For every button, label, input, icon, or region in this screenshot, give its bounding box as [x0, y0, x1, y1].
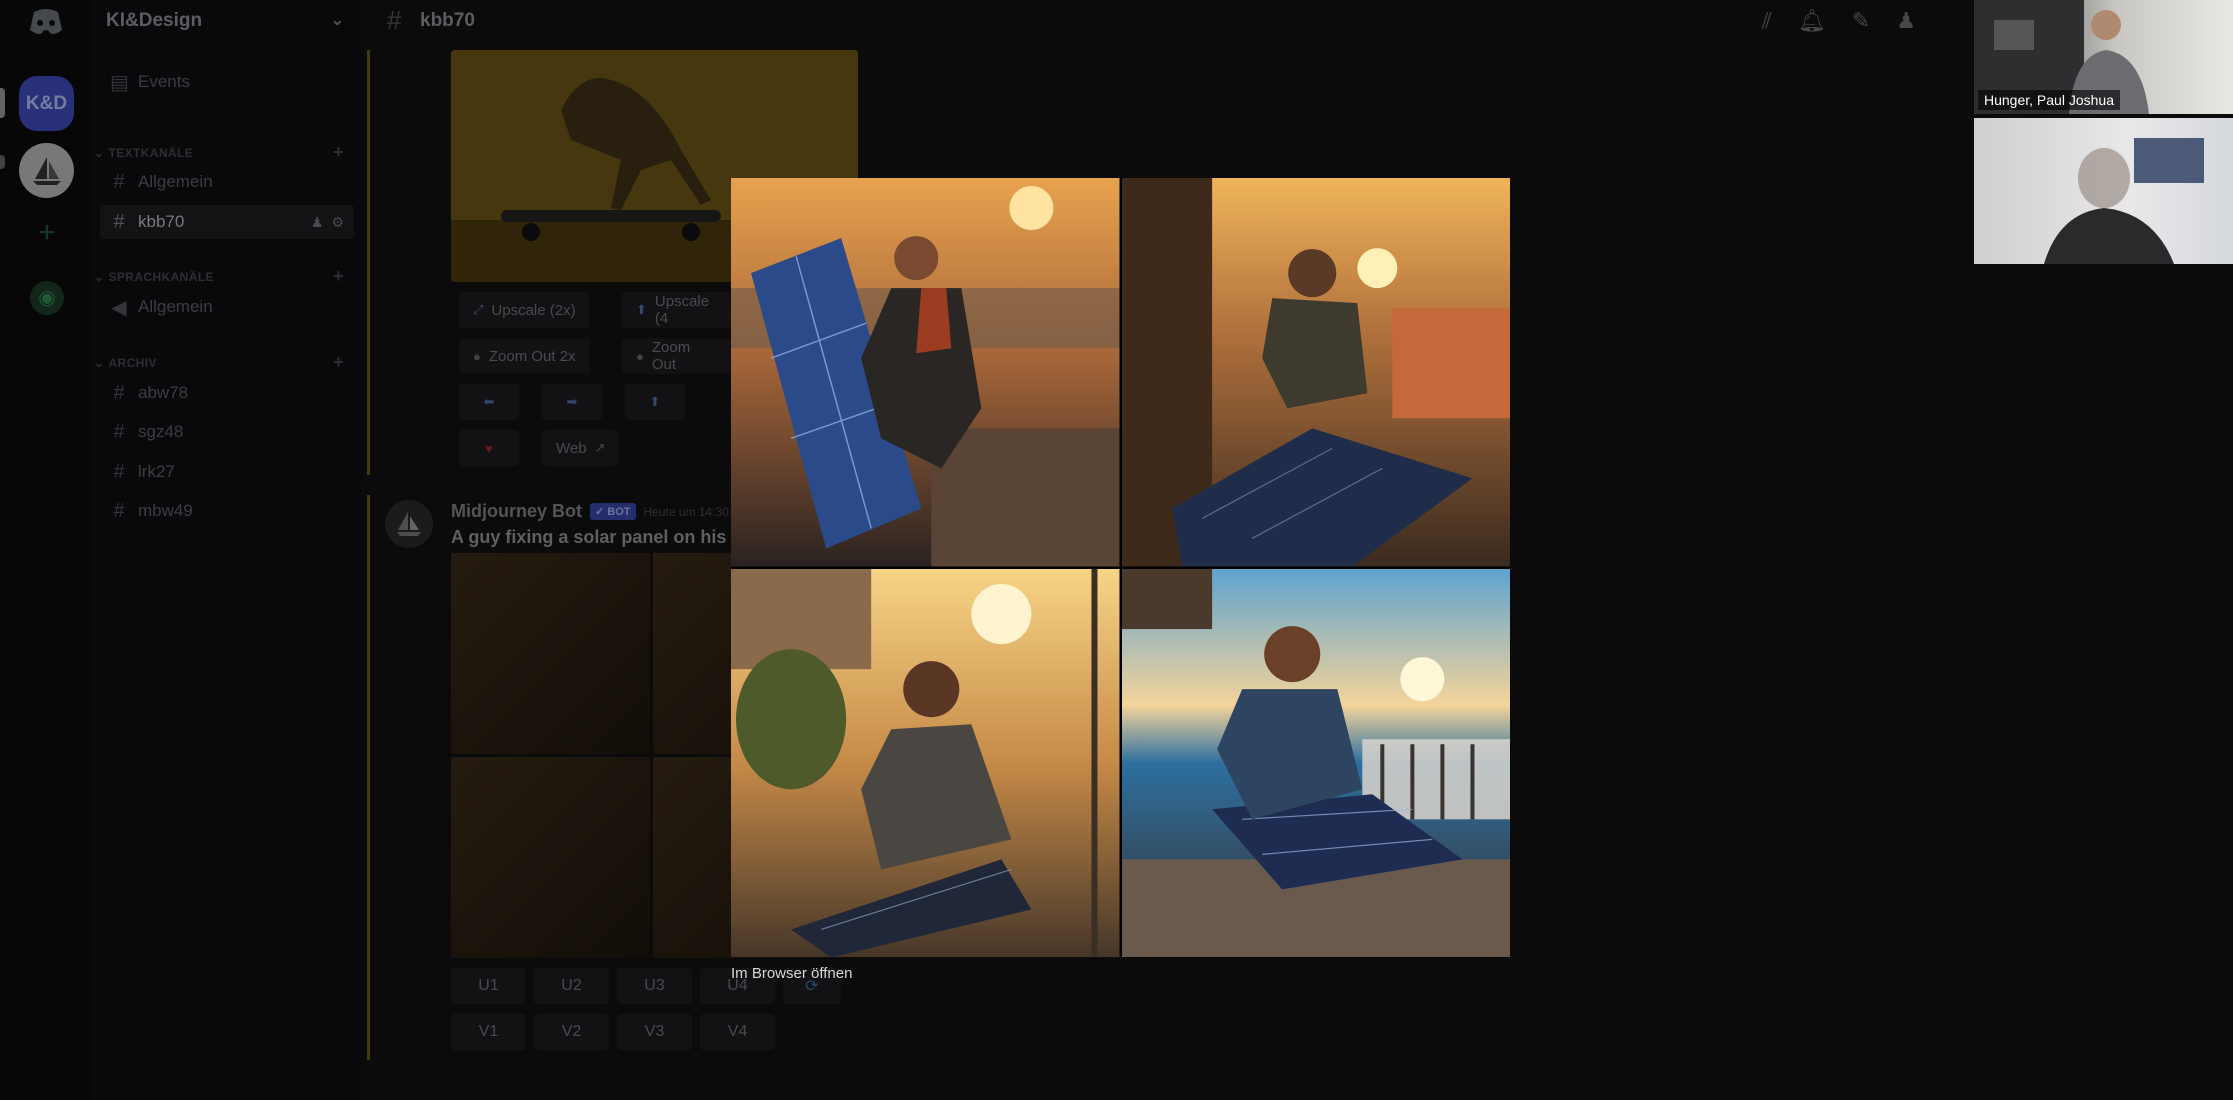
lightbox-image-4 — [1121, 568, 1510, 957]
image-lightbox[interactable] — [731, 178, 1510, 957]
lightbox-image-1 — [731, 178, 1120, 567]
video-participant-2[interactable] — [1974, 118, 2233, 264]
open-in-browser-link[interactable]: Im Browser öffnen — [731, 965, 852, 982]
video-participant-1[interactable]: Hunger, Paul Joshua — [1974, 0, 2233, 114]
lightbox-image-2 — [1121, 178, 1510, 567]
participant-name: Hunger, Paul Joshua — [1978, 90, 2120, 110]
lightbox-image-3 — [731, 568, 1120, 957]
discord-app: K&D + ◉ KI&Design ⌄ ▤ Events ⌄ TEXTKANÄL… — [0, 0, 2233, 1100]
